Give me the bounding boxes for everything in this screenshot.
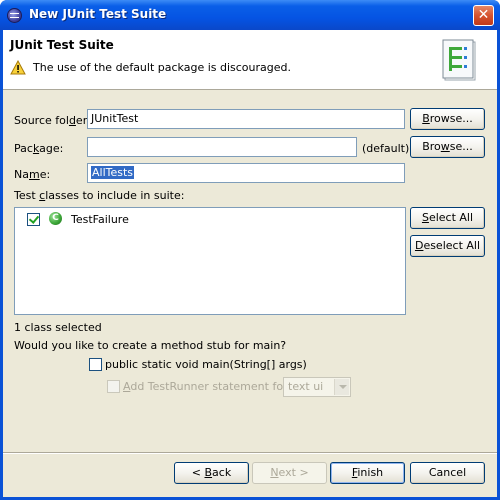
package-default-hint: (default): [362, 142, 410, 155]
list-item[interactable]: C TestFailure: [23, 211, 223, 227]
cancel-button[interactable]: Cancel: [410, 462, 485, 484]
testrunner-checkbox[interactable]: [107, 380, 120, 393]
name-label: Name:: [14, 168, 51, 181]
select-all-button[interactable]: Select All: [410, 207, 485, 229]
warning-icon: [10, 60, 26, 75]
wizard-banner: JUnit Test Suite The use of the default …: [3, 30, 497, 90]
back-button[interactable]: < Back: [174, 462, 249, 484]
testrunner-label: Add TestRunner statement for:: [123, 380, 292, 393]
test-classes-list[interactable]: C TestFailure: [14, 207, 406, 315]
suite-name-field[interactable]: AllTests: [87, 163, 405, 183]
close-button[interactable]: ✕: [473, 5, 494, 26]
window-title: New JUnit Test Suite: [29, 7, 167, 21]
test-classes-label: Test classes to include in suite:: [14, 189, 185, 202]
package-field[interactable]: [87, 137, 357, 157]
main-stub-checkbox[interactable]: [89, 358, 102, 371]
deselect-all-button[interactable]: Deselect All: [410, 235, 485, 257]
dialog-client-area: JUnit Test Suite The use of the default …: [3, 30, 497, 497]
java-class-icon: C: [49, 212, 62, 225]
main-stub-option-label[interactable]: public static void main(String[] args): [105, 358, 307, 371]
source-folder-browse-button[interactable]: Browse...: [410, 108, 485, 130]
source-folder-label: Source folder:: [14, 114, 91, 127]
finish-button[interactable]: Finish: [330, 462, 405, 484]
test-class-name: TestFailure: [71, 213, 129, 226]
title-bar[interactable]: New JUnit Test Suite ✕: [0, 0, 500, 30]
main-stub-question: Would you like to create a method stub f…: [14, 339, 287, 352]
wizard-page-title: JUnit Test Suite: [10, 38, 114, 52]
next-button[interactable]: Next >: [252, 462, 327, 484]
eclipse-app-icon: [7, 8, 22, 23]
suite-name-selected-text: AllTests: [91, 166, 135, 179]
dialog-window: New JUnit Test Suite ✕ JUnit Test Suite …: [0, 0, 500, 500]
package-browse-button[interactable]: Browse...: [410, 136, 485, 158]
test-class-checkbox[interactable]: [27, 213, 40, 226]
footer-separator: [3, 452, 497, 454]
junit-suite-wizard-icon: [442, 39, 476, 81]
source-folder-field[interactable]: JUnitTest: [87, 109, 405, 129]
testrunner-selected-value: text ui: [288, 380, 324, 393]
package-label: Package:: [14, 142, 64, 155]
chevron-down-icon[interactable]: [334, 379, 349, 395]
testrunner-select[interactable]: text ui: [283, 377, 351, 397]
wizard-message: The use of the default package is discou…: [33, 61, 292, 74]
selection-status: 1 class selected: [14, 321, 102, 334]
